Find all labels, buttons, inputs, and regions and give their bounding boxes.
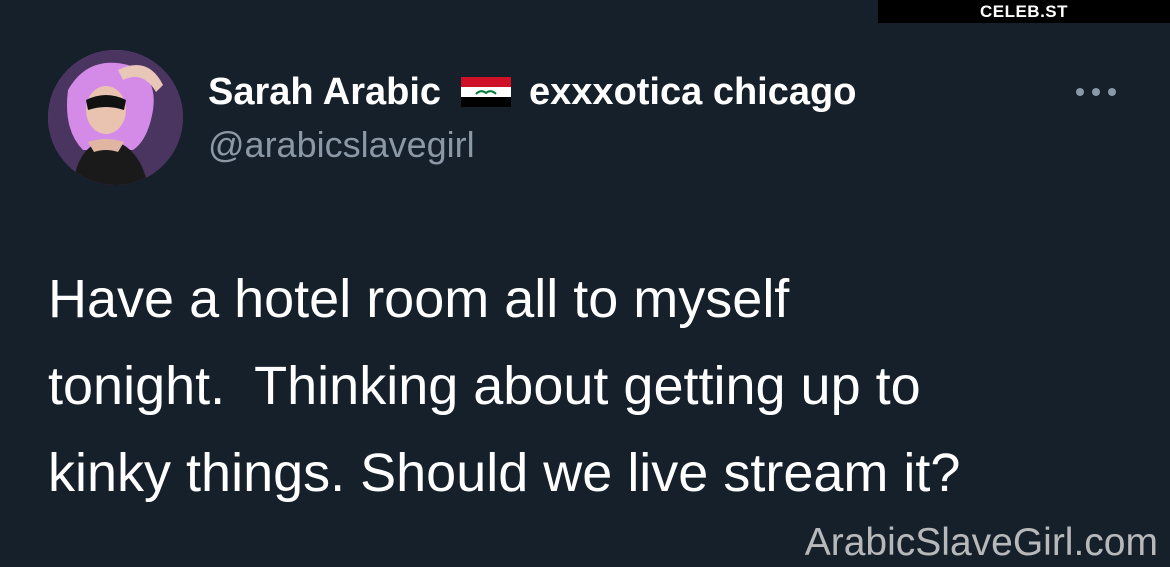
author-name-row[interactable]: Sarah Arabic exxxotica chicago [208,66,856,118]
author-name-suffix: exxxotica chicago [529,70,857,113]
author-display-name[interactable]: Sarah Arabic [208,71,441,114]
author-handle[interactable]: @arabicslavegirl [208,124,475,166]
tweet-screenshot: CELEB.ST Sarah Arabic exxxotica chicago … [0,0,1170,567]
iraq-flag-icon [461,77,512,107]
tweet-text: Have a hotel room all to myself tonight.… [48,256,1138,517]
tweet-text-line: kinky things. Should we live stream it? [48,443,961,503]
avatar[interactable] [48,50,183,185]
tweet-text-line: tonight. Thinking about getting up to [48,356,921,416]
more-options-button[interactable] [1072,80,1120,104]
avatar-image [48,50,183,185]
watermark: ArabicSlaveGirl.com [804,521,1158,564]
more-dots-icon [1076,88,1116,96]
site-label-banner: CELEB.ST [878,0,1170,23]
tweet-text-line: Have a hotel room all to myself [48,269,790,329]
